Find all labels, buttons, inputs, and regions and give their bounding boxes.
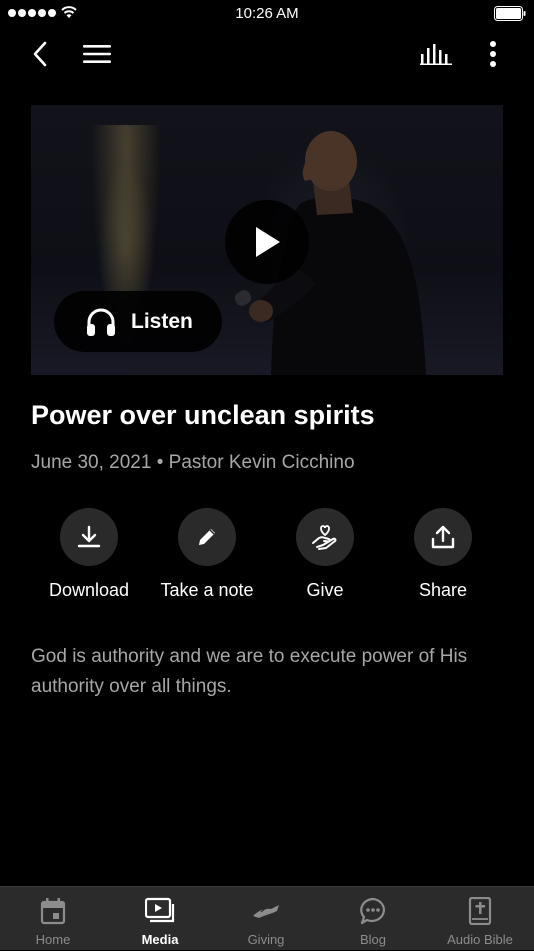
play-button[interactable]	[225, 200, 309, 284]
back-button[interactable]	[24, 28, 56, 80]
take-note-circle[interactable]	[178, 508, 236, 566]
hamburger-menu-icon	[83, 45, 111, 63]
listen-label: Listen	[131, 309, 193, 333]
bottom-tab-bar: Home Media Giving Blog Audio Bible	[0, 886, 534, 950]
bible-icon	[468, 897, 492, 925]
download-icon	[77, 525, 101, 548]
play-icon	[256, 227, 280, 257]
top-navigation-bar	[0, 28, 534, 80]
media-play-icon	[145, 897, 175, 923]
chat-bubble-icon	[360, 897, 385, 925]
pencil-icon	[199, 529, 215, 545]
tab-blog-label: Blog	[359, 932, 387, 947]
listen-button[interactable]: Listen	[54, 291, 222, 352]
audio-levels-icon	[420, 44, 452, 65]
give-label: Give	[306, 580, 344, 600]
tab-media[interactable]: Media	[107, 887, 213, 951]
download-button[interactable]: Download	[24, 508, 154, 601]
battery-icon	[494, 6, 526, 21]
take-note-button[interactable]: Take a note	[142, 508, 272, 601]
download-label: Download	[48, 580, 130, 600]
take-note-label: Take a note	[160, 580, 254, 600]
sermon-date-speaker: June 30, 2021 • Pastor Kevin Cicchino	[31, 452, 355, 473]
calendar-icon	[40, 898, 66, 925]
chevron-left-icon	[33, 41, 47, 67]
giving-hands-icon	[253, 905, 279, 918]
tab-giving[interactable]: Giving	[213, 887, 319, 951]
status-time: 10:26 AM	[235, 5, 299, 22]
tab-home[interactable]: Home	[0, 887, 106, 951]
status-bar: 10:26 AM	[0, 0, 534, 28]
share-button[interactable]: Share	[378, 508, 508, 601]
headphones-icon	[87, 308, 115, 336]
download-circle[interactable]	[60, 508, 118, 566]
share-circle[interactable]	[414, 508, 472, 566]
more-vertical-icon	[490, 41, 496, 67]
sermon-video-thumbnail[interactable]: Listen	[31, 105, 503, 375]
tab-blog[interactable]: Blog	[320, 887, 426, 951]
tab-audio-bible[interactable]: Audio Bible	[427, 887, 533, 951]
share-label: Share	[418, 580, 468, 600]
audio-levels-button[interactable]	[418, 28, 454, 80]
tab-media-label: Media	[141, 932, 179, 947]
tab-giving-label: Giving	[247, 932, 285, 947]
tab-audio-bible-label: Audio Bible	[447, 932, 513, 947]
give-button[interactable]: Give	[260, 508, 390, 601]
give-hand-heart-icon	[312, 525, 337, 550]
menu-button[interactable]	[80, 28, 114, 80]
give-circle[interactable]	[296, 508, 354, 566]
sermon-title: Power over unclean spirits	[31, 400, 375, 430]
share-icon	[431, 525, 455, 549]
sermon-description: God is authority and we are to execute p…	[31, 646, 468, 697]
sermon-actions: Download Take a note Give Share	[0, 508, 534, 608]
tab-home-label: Home	[35, 932, 71, 947]
more-options-button[interactable]	[480, 28, 506, 80]
